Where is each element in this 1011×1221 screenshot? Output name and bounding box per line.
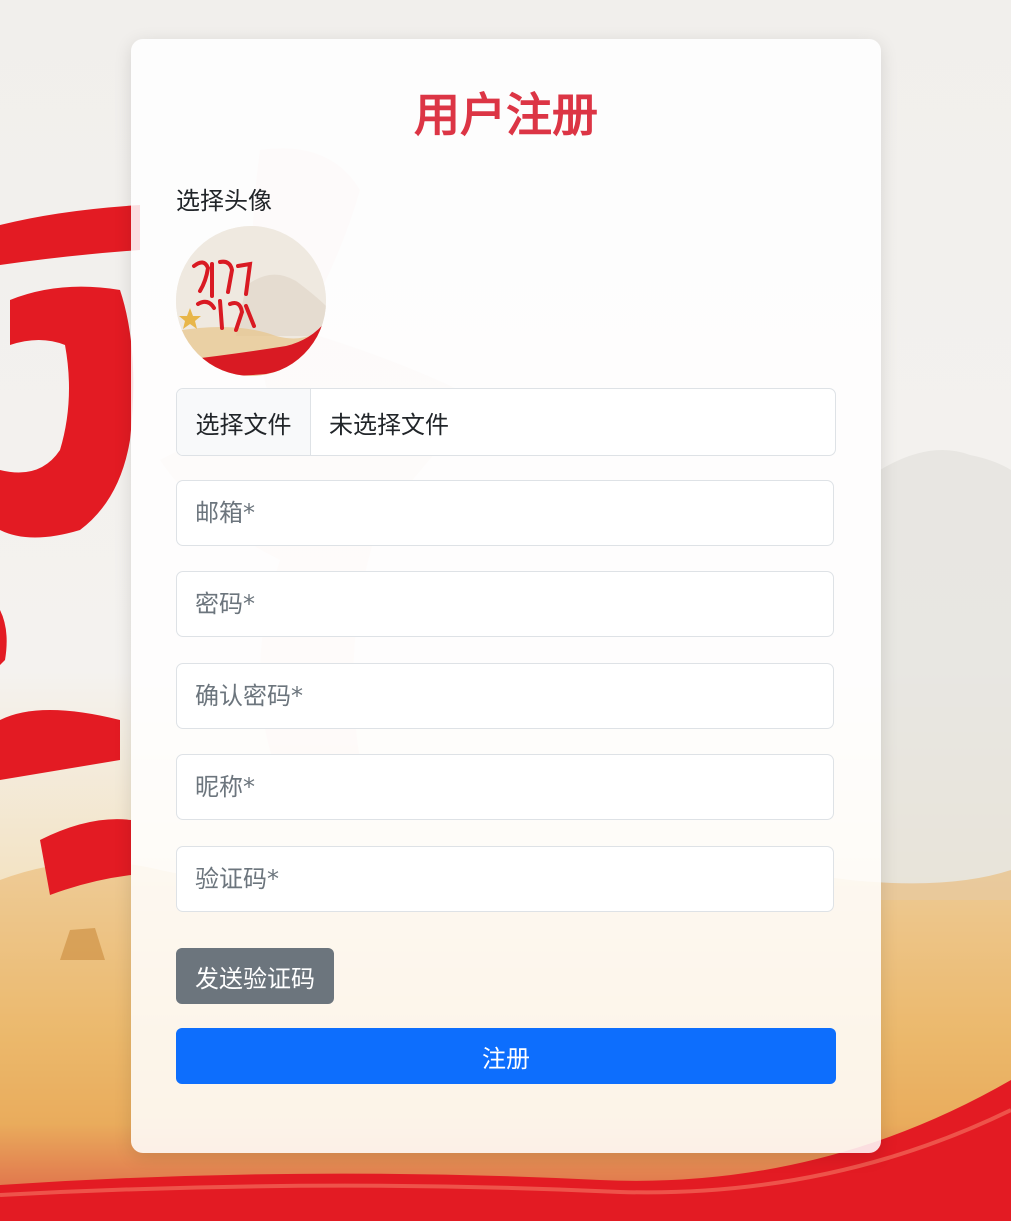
send-code-button[interactable]: 发送验证码 bbox=[176, 948, 334, 1004]
nickname-field[interactable] bbox=[176, 754, 834, 820]
email-field[interactable] bbox=[176, 480, 834, 546]
calligraphy-stroke bbox=[0, 710, 120, 780]
mountain-silhouette bbox=[880, 450, 1011, 900]
page-title: 用户注册 bbox=[414, 88, 598, 142]
confirm-password-field[interactable] bbox=[176, 663, 834, 729]
calligraphy-stroke bbox=[40, 819, 131, 895]
calligraphy-stroke bbox=[0, 205, 140, 265]
calligraphy-stroke bbox=[0, 610, 7, 665]
avatar-label: 选择头像 bbox=[176, 187, 272, 215]
avatar-preview bbox=[176, 226, 326, 376]
avatar-file-input[interactable]: 选择文件 未选择文件 bbox=[176, 388, 836, 456]
avatar-image bbox=[176, 226, 326, 376]
register-button[interactable]: 注册 bbox=[176, 1028, 836, 1084]
password-field[interactable] bbox=[176, 571, 834, 637]
great-wall-tower bbox=[60, 928, 105, 960]
calligraphy-stroke bbox=[0, 286, 134, 538]
verification-code-field[interactable] bbox=[176, 846, 834, 912]
choose-file-button[interactable]: 选择文件 bbox=[177, 389, 311, 455]
file-status-text: 未选择文件 bbox=[329, 410, 449, 439]
register-card: 用户注册 选择头像 选择文件 未选择文件 发送验证码 注册 bbox=[131, 39, 881, 1153]
